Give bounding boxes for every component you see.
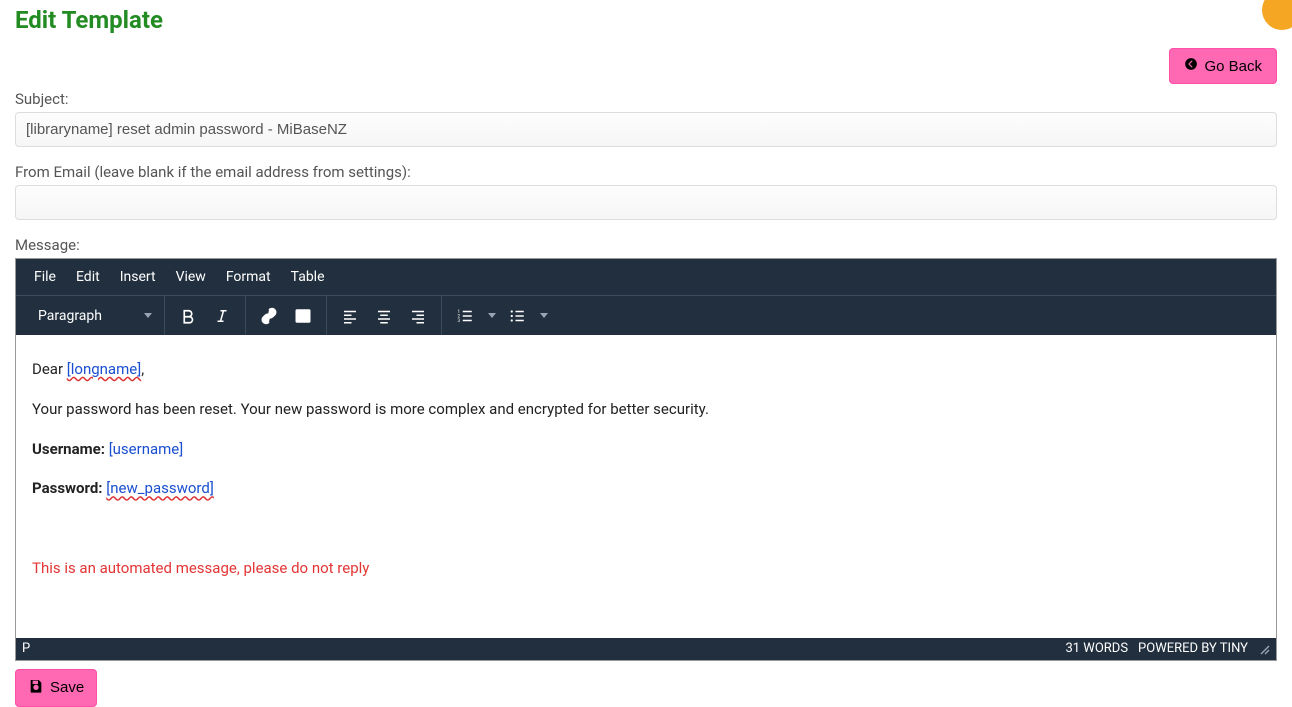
menu-table[interactable]: Table [281, 261, 335, 293]
chevron-down-icon [488, 313, 496, 318]
menu-view[interactable]: View [166, 261, 216, 293]
powered-by[interactable]: POWERED BY TINY [1138, 641, 1248, 656]
save-button[interactable]: Save [15, 669, 97, 707]
editor-toolbar: Paragraph 123 [16, 295, 1276, 335]
status-path[interactable]: P [22, 641, 30, 656]
menu-edit[interactable]: Edit [66, 261, 110, 293]
body-line-reset: Your password has been reset. Your new p… [32, 399, 1260, 421]
arrow-left-circle-icon [1184, 57, 1198, 75]
from-email-label: From Email (leave blank if the email add… [15, 163, 1277, 181]
greeting-suffix: , [141, 360, 144, 378]
italic-button[interactable] [205, 300, 239, 332]
align-left-button[interactable] [333, 300, 367, 332]
go-back-label: Go Back [1204, 58, 1262, 75]
ordered-list-button[interactable]: 123 [448, 300, 500, 332]
disclaimer-text: This is an automated message, please do … [32, 558, 1260, 580]
menu-insert[interactable]: Insert [110, 261, 166, 293]
save-icon [28, 678, 44, 698]
align-right-button[interactable] [401, 300, 435, 332]
format-select[interactable]: Paragraph [28, 301, 158, 331]
editor-statusbar: P 31 WORDS POWERED BY TINY [16, 638, 1276, 660]
format-select-label: Paragraph [38, 308, 102, 324]
password-token: [new_password] [106, 479, 214, 497]
chevron-down-icon [540, 313, 548, 318]
editor-content[interactable]: Dear [longname], Your password has been … [16, 335, 1276, 638]
subject-input[interactable] [15, 112, 1277, 147]
page-title: Edit Template [15, 0, 1277, 48]
save-label: Save [50, 679, 84, 696]
greeting-prefix: Dear [32, 360, 67, 378]
username-token: [username] [109, 440, 184, 458]
resize-handle-icon[interactable] [1258, 643, 1270, 655]
subject-label: Subject: [15, 90, 1277, 108]
chevron-down-icon [144, 313, 152, 318]
align-center-button[interactable] [367, 300, 401, 332]
unordered-list-button[interactable] [500, 300, 552, 332]
username-label: Username: [32, 440, 105, 458]
word-count: 31 WORDS [1065, 641, 1128, 656]
link-button[interactable] [252, 300, 286, 332]
svg-text:3: 3 [458, 318, 461, 324]
rich-text-editor: File Edit Insert View Format Table Parag… [15, 258, 1277, 661]
menu-file[interactable]: File [24, 261, 66, 293]
longname-token: [longname] [67, 360, 141, 378]
from-email-input[interactable] [15, 185, 1277, 220]
message-label: Message: [15, 236, 1277, 254]
bold-button[interactable] [171, 300, 205, 332]
menu-format[interactable]: Format [216, 261, 281, 293]
go-back-button[interactable]: Go Back [1169, 48, 1277, 84]
image-button[interactable] [286, 300, 320, 332]
editor-menubar: File Edit Insert View Format Table [16, 259, 1276, 295]
password-label: Password: [32, 479, 103, 497]
